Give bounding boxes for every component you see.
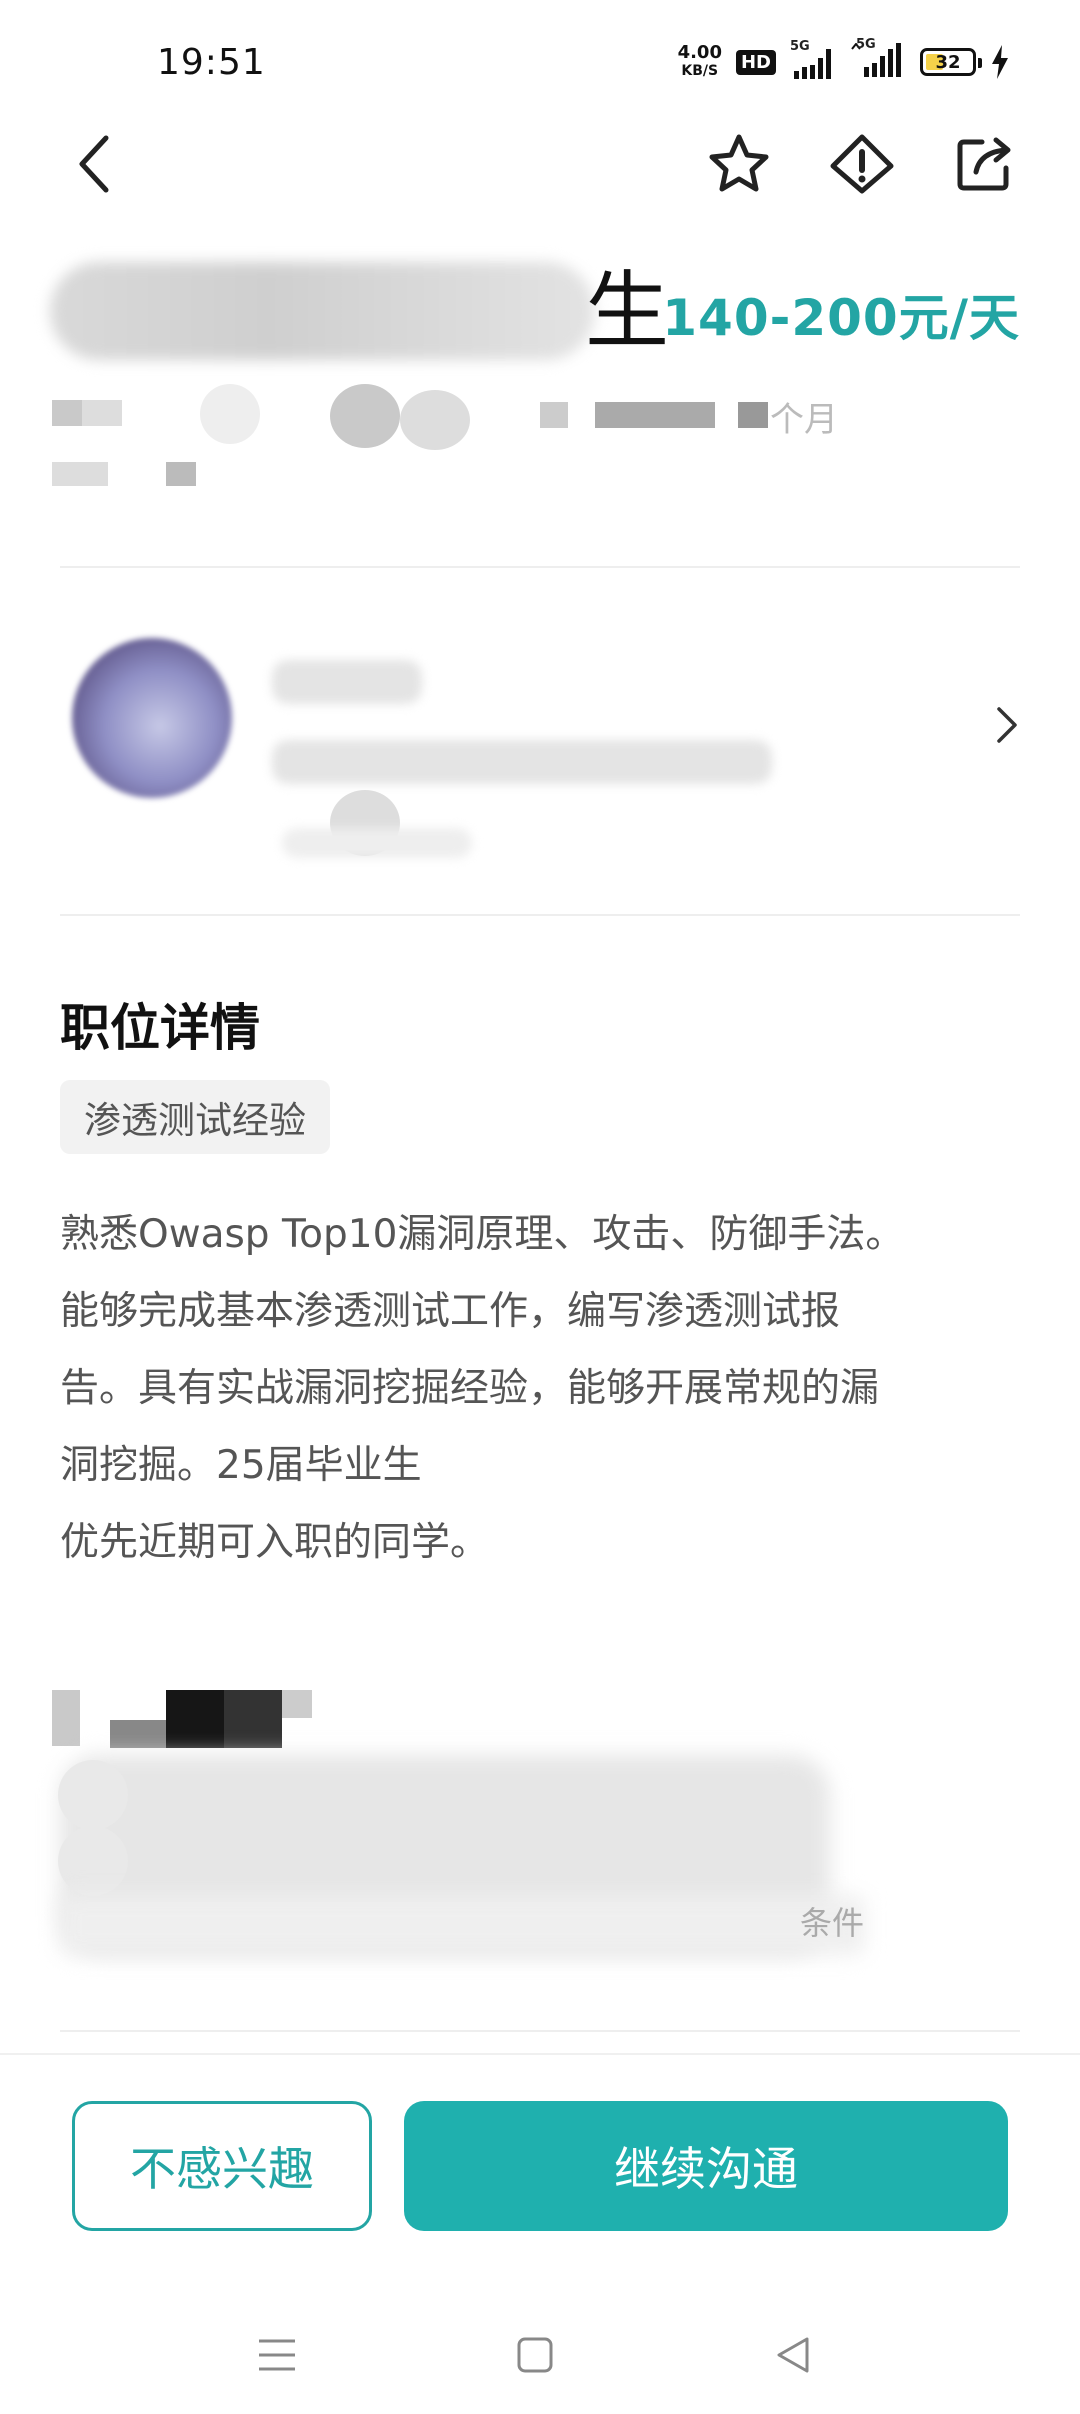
charging-icon: [992, 45, 1008, 79]
battery-icon: 32: [920, 48, 982, 76]
divider: [60, 914, 1020, 916]
job-title-tail: 生: [585, 262, 670, 360]
not-interested-button[interactable]: 不感兴趣: [72, 2101, 372, 2231]
salary-range: 140-200元/天: [662, 289, 1020, 347]
home-icon[interactable]: [500, 2320, 570, 2390]
chevron-right-icon[interactable]: [982, 700, 1032, 750]
status-icons: 4.00 KB/S HD 5G 5G 32: [677, 37, 1010, 84]
network-speed: 4.00 KB/S: [677, 42, 722, 80]
job-meta-fragment: 个月: [770, 400, 838, 440]
job-description: 熟悉Owasp Top10漏洞原理、攻击、防御手法。 能够完成基本渗透测试工作，…: [60, 1212, 905, 1565]
section-title-job-details: 职位详情: [60, 999, 260, 1057]
back-triangle-icon[interactable]: [758, 2320, 828, 2390]
divider: [60, 566, 1020, 568]
menu-icon[interactable]: [242, 2320, 312, 2390]
signal-icon-1: 5G: [790, 39, 836, 79]
recruiter-avatar: [72, 638, 232, 798]
requirements-fragment: 条件: [800, 1904, 865, 1942]
continue-chat-button[interactable]: 继续沟通: [404, 2101, 1008, 2231]
job-title-redacted: [50, 262, 595, 360]
back-icon[interactable]: [58, 128, 130, 200]
skill-tag: 渗透测试经验: [60, 1080, 330, 1154]
share-icon[interactable]: [948, 128, 1020, 200]
recruiter-title-redacted: [272, 740, 772, 784]
report-icon[interactable]: [826, 128, 898, 200]
star-icon[interactable]: [703, 128, 775, 200]
recruiter-status-redacted: [282, 828, 472, 858]
hd-voice-icon: HD: [735, 49, 776, 75]
divider: [60, 2030, 1020, 2032]
status-time: 19:51: [157, 42, 266, 83]
recruiter-name-redacted: [272, 660, 422, 704]
signal-icon-2: 5G: [850, 37, 906, 81]
